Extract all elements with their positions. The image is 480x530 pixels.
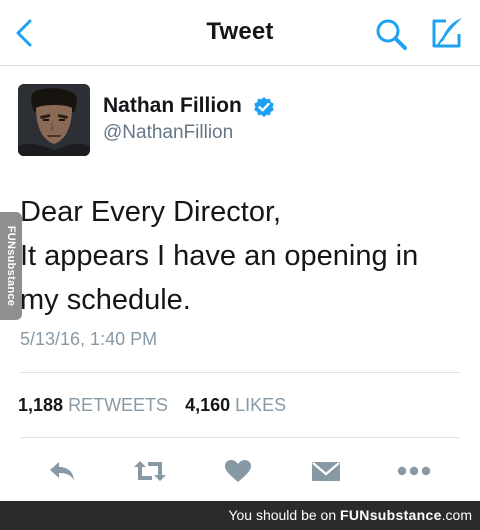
retweets-count[interactable]: 1,188 [18, 395, 63, 415]
tweet-timestamp: 5/13/16, 1:40 PM [20, 329, 158, 349]
side-watermark-text: FUNsubstance [5, 225, 17, 307]
footer-brand: FUNsubstance [340, 507, 442, 523]
avatar[interactable] [18, 84, 90, 156]
likes-count[interactable]: 4,160 [185, 395, 230, 415]
like-icon [225, 460, 251, 482]
tweet-actions [0, 453, 480, 489]
message-button[interactable] [306, 453, 346, 489]
likes-label[interactable]: LIKES [235, 395, 286, 415]
avatar-photo [18, 84, 90, 156]
retweet-icon [134, 461, 166, 481]
retweet-button[interactable] [130, 453, 170, 489]
tweet-text: Dear Every Director, It appears I have a… [20, 190, 460, 322]
verified-badge-icon [254, 97, 274, 117]
more-icon [397, 466, 431, 476]
footer-prefix: You should be on [228, 507, 337, 523]
author-name[interactable]: Nathan Fillion [103, 94, 242, 118]
message-icon [312, 462, 340, 481]
author-handle[interactable]: @NathanFillion [103, 122, 233, 144]
search-icon[interactable] [374, 17, 408, 51]
footer-domain: .com [441, 507, 472, 523]
like-button[interactable] [218, 453, 258, 489]
reply-icon [50, 462, 74, 480]
side-watermark: FUNsubstance [0, 212, 22, 320]
nav-bar: Tweet [0, 0, 480, 66]
tweet-line: Dear Every Director, [20, 196, 282, 228]
more-button[interactable] [394, 453, 434, 489]
reply-button[interactable] [42, 453, 82, 489]
divider [20, 372, 460, 373]
retweets-label[interactable]: RETWEETS [68, 395, 168, 415]
engagement-stats: 1,188 RETWEETS 4,160 LIKES [18, 395, 286, 416]
watermark-footer: You should be on FUNsubstance.com [0, 501, 480, 530]
page-title: Tweet [206, 18, 274, 45]
tweet-line: It appears I have an opening in [20, 240, 419, 272]
divider [20, 437, 460, 438]
tweet-line: my schedule. [20, 284, 191, 316]
compose-icon[interactable] [429, 15, 465, 51]
